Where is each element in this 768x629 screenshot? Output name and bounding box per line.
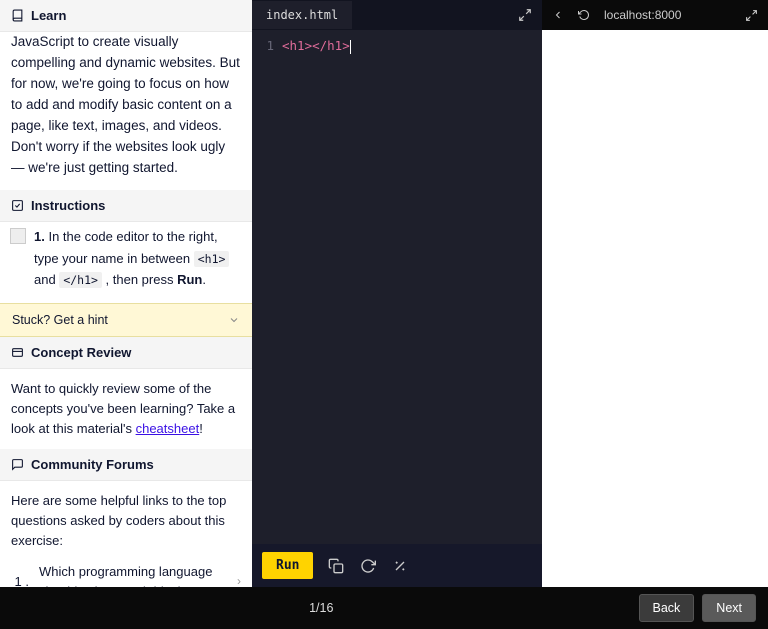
line-number: 1 [252, 38, 282, 536]
forums-title: Community Forums [31, 457, 154, 472]
editor-tab[interactable]: index.html [252, 1, 352, 29]
lesson-sidebar: Learn JavaScript to create visually comp… [0, 0, 252, 587]
next-button[interactable]: Next [702, 594, 756, 622]
instruction-step: 1. In the code editor to the right, type… [0, 222, 252, 302]
copy-icon[interactable] [327, 557, 345, 575]
code-area[interactable]: 1 <h1></h1> [252, 30, 542, 544]
expand-icon[interactable] [508, 8, 542, 22]
chevron-right-icon: › [237, 572, 241, 587]
preview-body [542, 30, 768, 587]
hint-toggle[interactable]: Stuck? Get a hint [0, 303, 252, 337]
browser-bar: localhost:8000 [542, 0, 768, 30]
hint-label: Stuck? Get a hint [12, 313, 108, 327]
forums-header: Community Forums [0, 449, 252, 481]
instructions-header: Instructions [0, 190, 252, 222]
checklist-icon [10, 199, 24, 213]
concept-body: Want to quickly review some of the conce… [0, 369, 252, 449]
progress-indicator: 1/16 [12, 601, 631, 615]
card-icon [10, 345, 24, 359]
concept-header: Concept Review [0, 337, 252, 369]
concept-title: Concept Review [31, 345, 131, 360]
back-button[interactable]: Back [639, 594, 695, 622]
instruction-text: 1. In the code editor to the right, type… [34, 226, 242, 290]
editor-tabs: index.html [252, 0, 542, 30]
book-icon [10, 9, 24, 23]
expand-icon[interactable] [745, 9, 758, 22]
chat-icon [10, 458, 24, 472]
code-editor-panel: index.html 1 <h1></h1> Run [252, 0, 542, 587]
solution-icon[interactable] [391, 557, 409, 575]
learn-header: Learn [0, 0, 252, 32]
code-line: <h1></h1> [282, 38, 351, 536]
lesson-footer: 1/16 Back Next [0, 587, 768, 629]
cheatsheet-link[interactable]: cheatsheet [136, 421, 200, 436]
forums-body: Here are some helpful links to the top q… [0, 481, 252, 587]
step-checkbox[interactable] [10, 228, 26, 244]
browser-preview-panel: localhost:8000 [542, 0, 768, 587]
chevron-down-icon [228, 314, 240, 326]
learn-title: Learn [31, 8, 66, 23]
learn-body: JavaScript to create visually compelling… [0, 32, 252, 190]
run-button[interactable]: Run [262, 552, 313, 579]
instructions-title: Instructions [31, 198, 105, 213]
url-display[interactable]: localhost:8000 [604, 8, 731, 22]
refresh-icon[interactable] [578, 9, 590, 21]
forums-intro: Here are some helpful links to the top q… [11, 491, 241, 551]
back-icon[interactable] [552, 9, 564, 21]
editor-toolbar: Run [252, 544, 542, 587]
reset-icon[interactable] [359, 557, 377, 575]
forum-link[interactable]: 1 . Which programming language should I … [11, 558, 241, 587]
